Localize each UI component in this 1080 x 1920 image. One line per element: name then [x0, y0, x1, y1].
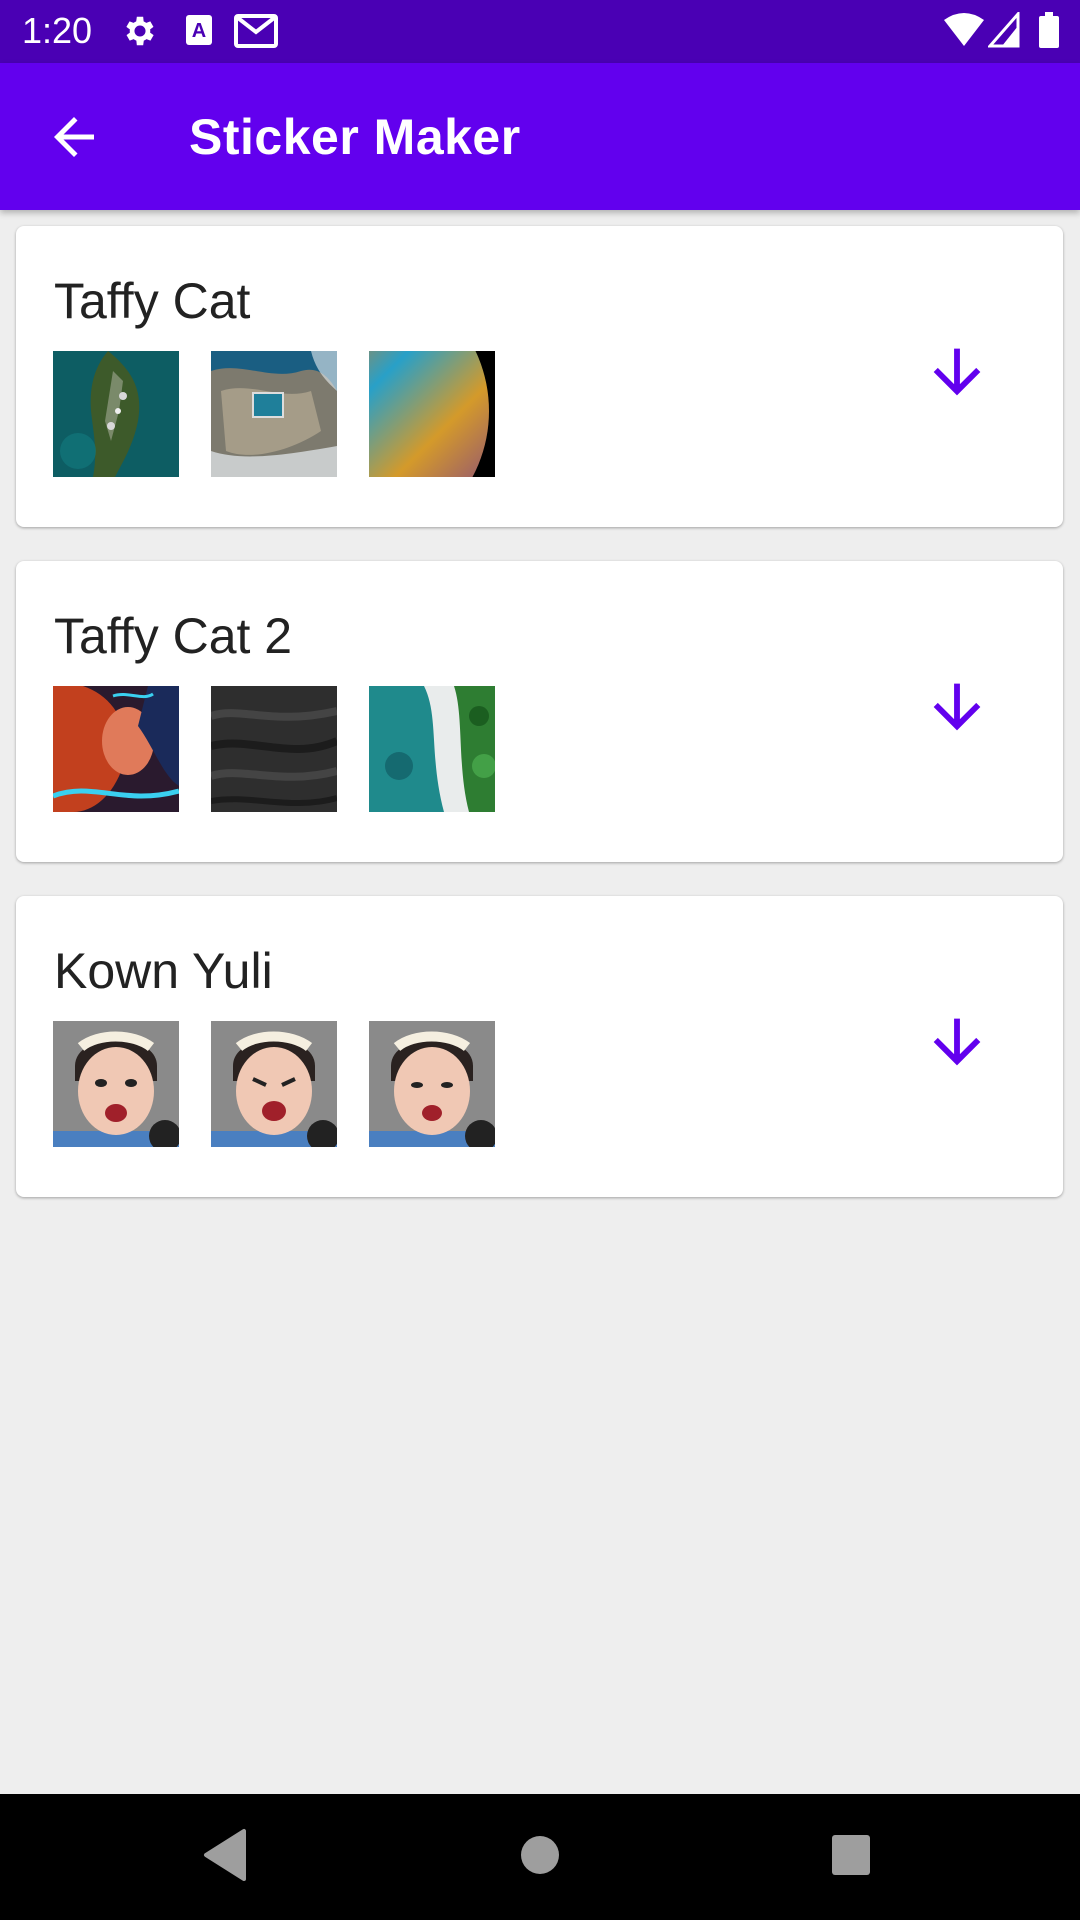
- download-arrow-icon: [922, 1018, 992, 1081]
- download-button[interactable]: [922, 337, 992, 407]
- sticker-thumbnail: [211, 686, 337, 812]
- app-bar: Sticker Maker: [0, 63, 1080, 210]
- battery-icon: [1038, 12, 1060, 55]
- sticker-thumbnail: [53, 351, 179, 477]
- download-arrow-icon: [922, 348, 992, 411]
- download-button[interactable]: [922, 1007, 992, 1077]
- cellular-signal-icon: [986, 10, 1020, 53]
- sticker-thumbnail: [369, 351, 495, 477]
- back-triangle-icon[interactable]: [202, 1827, 246, 1888]
- page-title: Sticker Maker: [189, 109, 521, 165]
- sticker-pack-card[interactable]: Taffy Cat: [16, 226, 1063, 527]
- status-bar: 1:20 A: [0, 0, 1080, 63]
- status-time: 1:20: [22, 10, 93, 51]
- sticker-pack-card[interactable]: Kown Yuli: [16, 896, 1063, 1197]
- download-arrow-icon: [922, 683, 992, 746]
- sticker-pack-card[interactable]: Taffy Cat 2: [16, 561, 1063, 862]
- back-button[interactable]: [44, 107, 104, 167]
- download-button[interactable]: [922, 672, 992, 742]
- settings-gear-icon: [121, 12, 159, 55]
- sticker-thumbnail: [53, 686, 179, 812]
- pack-name: Taffy Cat: [54, 273, 251, 329]
- svg-text:A: A: [192, 20, 206, 42]
- sticker-thumbnail: [369, 1021, 495, 1147]
- gmail-icon: [234, 12, 278, 55]
- pack-name: Kown Yuli: [54, 943, 273, 999]
- sticker-thumbnail: [369, 686, 495, 812]
- pack-name: Taffy Cat 2: [54, 608, 293, 664]
- sticker-thumbnail: [53, 1021, 179, 1147]
- home-circle-icon[interactable]: [520, 1827, 560, 1888]
- text-a-icon: A: [184, 12, 214, 53]
- sticker-thumbnail: [211, 1021, 337, 1147]
- arrow-back-icon: [44, 117, 104, 171]
- recents-square-icon[interactable]: [830, 1827, 872, 1888]
- system-nav-bar: [0, 1794, 1080, 1920]
- sticker-thumbnail: [211, 351, 337, 477]
- wifi-icon: [944, 12, 984, 53]
